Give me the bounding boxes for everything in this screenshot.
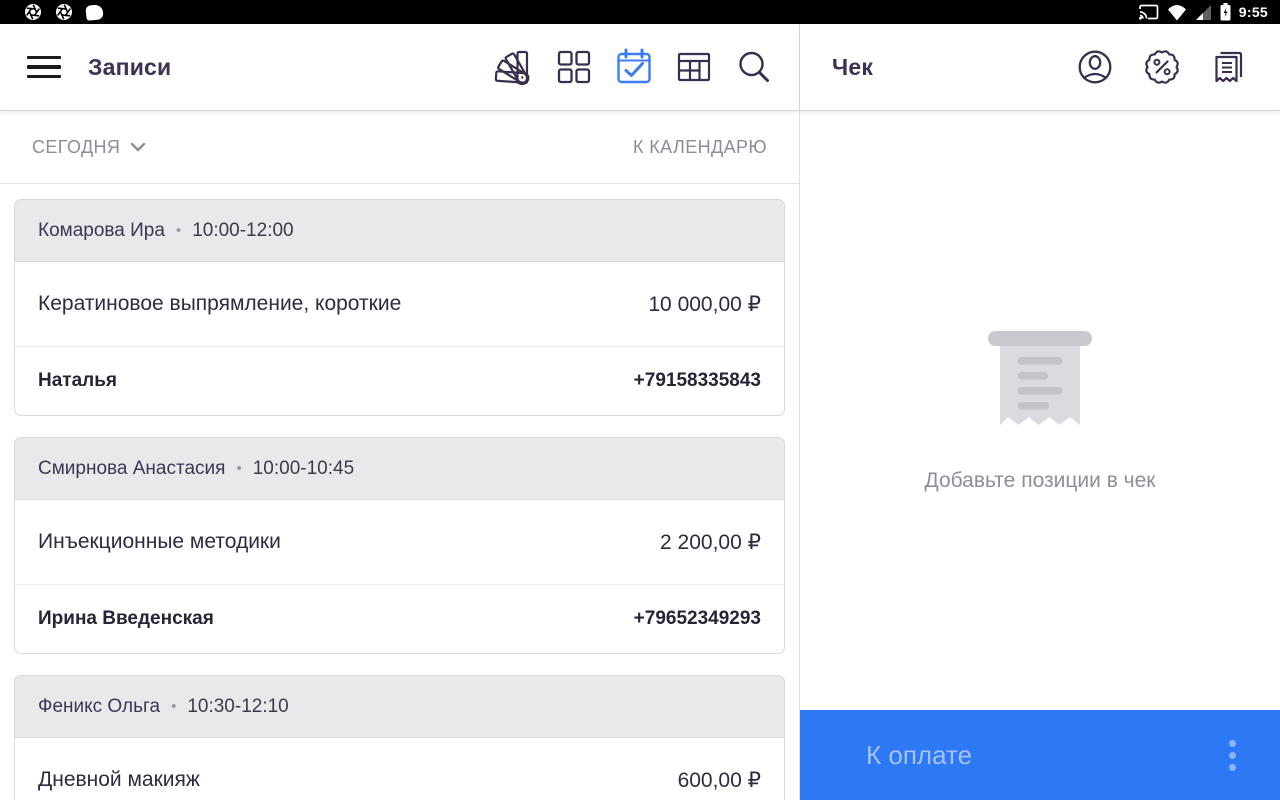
- period-dropdown[interactable]: СЕГОДНЯ: [32, 137, 146, 158]
- grid-icon[interactable]: [553, 46, 595, 88]
- master-row[interactable]: Наталья +79158335843: [15, 347, 784, 415]
- appointment-card-header: Феникс Ольга • 10:30-12:10: [15, 676, 784, 738]
- cast-icon: [1138, 4, 1159, 20]
- receipt-large-icon: [988, 330, 1092, 425]
- menu-icon[interactable]: [27, 54, 61, 80]
- service-row[interactable]: Кератиновое выпрямление, короткие 10 000…: [15, 262, 784, 347]
- to-calendar-link[interactable]: К КАЛЕНДАРЮ: [633, 137, 767, 158]
- client-name: Смирнова Анастасия: [38, 457, 226, 479]
- wifi-icon: [1167, 4, 1186, 20]
- filter-bar: СЕГОДНЯ К КАЛЕНДАРЮ: [0, 111, 799, 184]
- appointment-time: 10:00-12:00: [192, 219, 294, 241]
- shutter-icon: [25, 4, 41, 20]
- receipt-empty-state: Добавьте позиции в чек: [800, 111, 1280, 710]
- dot-separator: •: [175, 222, 182, 239]
- service-price: 2 200,00 ₽: [660, 530, 761, 554]
- appointment-card-header: Комарова Ира • 10:00-12:00: [15, 200, 784, 262]
- service-name: Дневной макияж: [38, 768, 200, 791]
- service-row[interactable]: Дневной макияж 600,00 ₽: [15, 738, 784, 800]
- service-row[interactable]: Инъекционные методики 2 200,00 ₽: [15, 500, 784, 585]
- receipt-toolbar: [1074, 46, 1250, 88]
- chevron-down-icon: [131, 142, 146, 152]
- service-price: 600,00 ₽: [677, 768, 761, 792]
- cellular-signal-icon: [1195, 4, 1211, 20]
- calendar-check-icon[interactable]: [613, 46, 655, 88]
- appointment-card-header: Смирнова Анастасия • 10:00-10:45: [15, 438, 784, 500]
- clock: 9:55: [1238, 4, 1268, 20]
- service-name: Кератиновое выпрямление, короткие: [38, 292, 402, 315]
- master-name: Наталья: [38, 370, 117, 391]
- client-name: Комарова Ира: [38, 219, 165, 241]
- appointment-card[interactable]: Феникс Ольга • 10:30-12:10 Дневной макия…: [14, 675, 785, 800]
- percent-badge-icon[interactable]: [1141, 46, 1183, 88]
- table-icon[interactable]: [673, 46, 715, 88]
- appointment-card[interactable]: Комарова Ира • 10:00-12:00 Кератиновое в…: [14, 199, 785, 416]
- more-options-icon[interactable]: [1223, 734, 1242, 777]
- pay-button[interactable]: К оплате: [800, 710, 1280, 800]
- shutter-icon: [56, 4, 72, 20]
- appointment-card[interactable]: Смирнова Анастасия • 10:00-10:45 Инъекци…: [14, 437, 785, 654]
- period-label: СЕГОДНЯ: [32, 136, 121, 157]
- person-icon[interactable]: [1074, 46, 1116, 88]
- appointments-toolbar: [493, 46, 775, 88]
- swatches-icon[interactable]: [493, 46, 535, 88]
- search-icon[interactable]: [733, 46, 775, 88]
- master-name: Ирина Введенская: [38, 608, 214, 629]
- appointment-time: 10:00-10:45: [252, 457, 355, 479]
- dot-separator: •: [236, 460, 242, 477]
- appointments-panel: Записи СЕГОДНЯ К КАЛЕНДАРЮ Комарова Ира …: [0, 24, 800, 800]
- status-bar: 9:55: [0, 0, 1280, 24]
- appointments-list: Комарова Ира • 10:00-12:00 Кератиновое в…: [0, 184, 799, 800]
- receipt-title: Чек: [832, 53, 874, 80]
- status-bar-notifications: [24, 3, 104, 21]
- client-name: Феникс Ольга: [38, 695, 161, 717]
- receipt-header: Чек: [800, 24, 1280, 111]
- appointment-time: 10:30-12:10: [187, 695, 289, 717]
- app-notification-icon: [85, 3, 104, 21]
- receipt-panel: Чек Добавьте позиции в чек К оплате: [800, 24, 1280, 800]
- receipt-icon[interactable]: [1208, 46, 1250, 88]
- service-price: 10 000,00 ₽: [648, 292, 761, 316]
- empty-state-message: Добавьте позиции в чек: [924, 468, 1156, 492]
- status-bar-system: 9:55: [1137, 3, 1268, 21]
- page-title: Записи: [88, 53, 172, 80]
- client-phone: +79652349293: [633, 608, 761, 629]
- appointments-header: Записи: [0, 24, 799, 111]
- service-name: Инъекционные методики: [38, 530, 281, 553]
- master-row[interactable]: Ирина Введенская +79652349293: [15, 585, 784, 653]
- battery-charging-icon: [1220, 3, 1231, 21]
- pay-button-label: К оплате: [866, 739, 973, 770]
- dot-separator: •: [171, 698, 177, 715]
- client-phone: +79158335843: [633, 370, 761, 391]
